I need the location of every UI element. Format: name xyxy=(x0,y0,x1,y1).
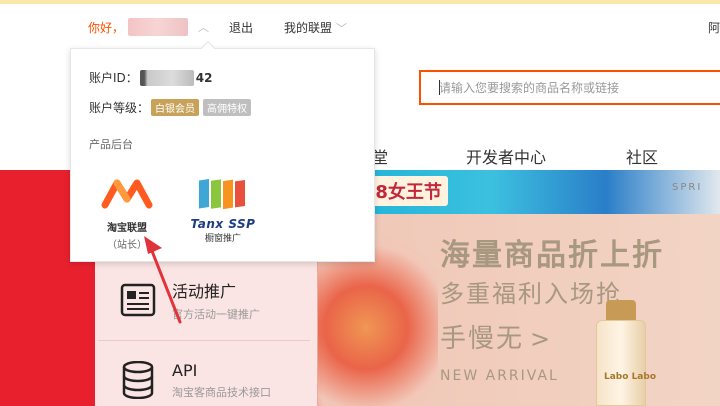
account-dropdown: 账户ID： 42 账户等级： 白银会员 高佣特权 产品后台 淘宝联盟 （站长） … xyxy=(70,48,375,262)
product-name: Tanx SSP xyxy=(190,217,256,231)
logout-link[interactable]: 退出 xyxy=(229,19,253,36)
search-box[interactable] xyxy=(419,70,720,105)
chevron-up-icon: ︿ xyxy=(198,21,210,34)
my-union-menu[interactable]: 我的联盟 ﹀ xyxy=(284,19,347,36)
user-greeting[interactable]: 你好， ︿ xyxy=(88,18,209,36)
privilege-badge[interactable]: 高佣特权 xyxy=(203,99,252,116)
top-strip xyxy=(0,0,720,4)
account-id-tail: 42 xyxy=(195,70,213,85)
product-label: Labo Labo xyxy=(604,372,657,382)
menu-divider xyxy=(98,340,310,341)
nav-item-developer[interactable]: 开发者中心 xyxy=(466,144,546,168)
banner-spring-text: SPRI xyxy=(672,182,703,193)
account-id-redacted xyxy=(139,69,194,86)
new-arrival-text: NEW ARRIVAL xyxy=(440,368,559,384)
account-id-label: 账户ID： xyxy=(89,71,138,85)
tanx-logo-icon xyxy=(199,179,245,210)
nav-item-community[interactable]: 社区 xyxy=(626,144,658,168)
my-union-label: 我的联盟 xyxy=(284,21,333,35)
banner-promo[interactable]: 手慢无 > xyxy=(440,318,552,355)
menu-desc: 淘宝客商品技术接口 xyxy=(172,385,271,399)
banner-subline: 多重福利入场抢 xyxy=(440,280,622,308)
banner-headline: 海量商品折上折 xyxy=(440,238,664,273)
account-id-row: 账户ID： 42 xyxy=(89,69,212,86)
product-tanx-ssp[interactable]: Tanx SSP 橱窗推广 xyxy=(183,177,263,244)
product-name: 淘宝联盟 xyxy=(107,223,147,234)
greeting-text: 你好， xyxy=(88,20,125,35)
level-badge: 白银会员 xyxy=(151,99,200,116)
menu-title: API xyxy=(172,360,198,380)
database-icon xyxy=(118,360,158,400)
account-level-row: 账户等级： 白银会员 高佣特权 xyxy=(89,99,252,116)
username-redacted xyxy=(128,18,189,36)
annotation-arrow-icon xyxy=(144,236,182,324)
promo-text: 手慢无 xyxy=(440,324,525,354)
taobao-union-logo-icon xyxy=(101,179,153,209)
backend-title: 产品后台 xyxy=(89,138,133,151)
chevron-down-icon: ﹀ xyxy=(336,22,348,35)
chevron-right-icon: > xyxy=(530,325,553,353)
menu-item-api[interactable]: API 淘宝客商品技术接口 xyxy=(98,350,310,406)
product-sub: 橱窗推广 xyxy=(204,234,241,244)
text-cursor xyxy=(439,80,440,95)
account-level-label: 账户等级： xyxy=(89,101,150,115)
search-input[interactable] xyxy=(421,72,720,103)
product-bottle xyxy=(596,320,646,406)
menu-item-campaign[interactable]: 活动推广 官方活动一键推广 xyxy=(98,270,310,330)
product-bottle-cap xyxy=(606,300,636,322)
top-right-link[interactable]: 阿 xyxy=(708,19,720,36)
